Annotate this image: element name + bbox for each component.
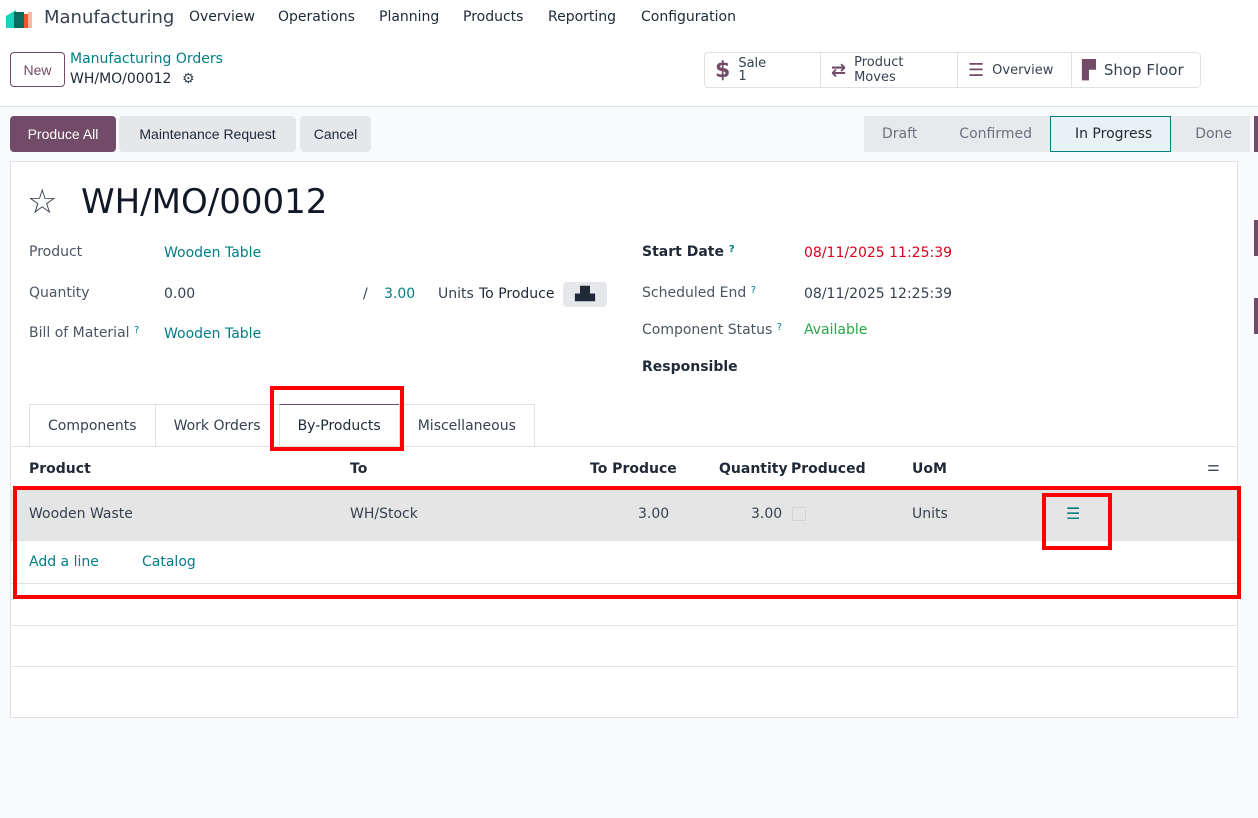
- form-sheet: ☆ WH/MO/00012 Product Wooden Table Quant…: [10, 161, 1238, 718]
- list-icon: ☰: [968, 59, 985, 81]
- tab-miscellaneous[interactable]: Miscellaneous: [398, 404, 535, 446]
- forecast-chart-icon[interactable]: ▟▙: [563, 282, 607, 307]
- sale-count: 1: [738, 69, 747, 84]
- quantity-label: Quantity: [29, 285, 90, 301]
- smart-buttons: $ Sale 1 ⇄ Product Moves ☰ Overview ▛ Shop Fl…: [704, 52, 1201, 88]
- produce-all-button[interactable]: Produce All: [10, 116, 116, 152]
- breadcrumb-current: WH/MO/00012: [70, 71, 172, 87]
- highlight-box-tab: [270, 386, 404, 451]
- status-confirmed[interactable]: Confirmed: [935, 116, 1050, 152]
- quantity-separator: /: [363, 286, 368, 302]
- scheduled-end-label: Scheduled End ?: [642, 285, 757, 301]
- quantity-field[interactable]: 0.00: [164, 286, 195, 302]
- status-bar: Draft Confirmed In Progress Done: [864, 116, 1251, 152]
- component-status-label: Component Status ?: [642, 322, 783, 338]
- product-moves-label: Product Moves: [854, 55, 904, 85]
- edge-button: [1254, 298, 1258, 334]
- bom-label: Bill of Material ?: [29, 325, 140, 341]
- record-title: WH/MO/00012: [81, 182, 328, 222]
- edge-button: [1254, 220, 1258, 256]
- optional-columns-icon[interactable]: ⚌: [1207, 459, 1220, 475]
- shop-floor-icon: ▛: [1082, 59, 1096, 81]
- component-status-field: Available: [804, 322, 868, 338]
- menu-configuration[interactable]: Configuration: [641, 9, 736, 25]
- gear-icon[interactable]: ⚙: [182, 71, 195, 87]
- col-quantity[interactable]: Quantity: [719, 461, 788, 477]
- breadcrumb-manufacturing-orders[interactable]: Manufacturing Orders: [70, 51, 223, 67]
- product-label: Product: [29, 244, 83, 260]
- menu-operations[interactable]: Operations: [278, 9, 355, 25]
- tab-components[interactable]: Components: [29, 404, 156, 446]
- start-date-field[interactable]: 08/11/2025 11:25:39: [804, 245, 952, 261]
- maintenance-request-button[interactable]: Maintenance Request: [119, 116, 296, 152]
- to-produce-label: To Produce: [479, 286, 555, 302]
- sale-smart-button[interactable]: $ Sale 1: [705, 53, 821, 87]
- shop-floor-label: Shop Floor: [1103, 61, 1184, 79]
- product-field[interactable]: Wooden Table: [164, 245, 261, 261]
- col-to-produce[interactable]: To Produce: [590, 461, 677, 477]
- tab-work-orders[interactable]: Work Orders: [154, 404, 280, 446]
- menu-planning[interactable]: Planning: [379, 9, 439, 25]
- product-moves-button[interactable]: ⇄ Product Moves: [821, 53, 958, 87]
- by-products-table: Product To To Produce Quantity Produced …: [11, 446, 1237, 667]
- edge-button: [1254, 116, 1258, 152]
- col-product[interactable]: Product: [29, 461, 91, 477]
- top-navbar: Manufacturing Overview Operations Planni…: [0, 0, 1258, 36]
- empty-row: [11, 625, 1237, 667]
- qty-to-produce-field[interactable]: 3.00: [384, 286, 415, 302]
- col-produced[interactable]: Produced: [791, 461, 866, 477]
- menu-products[interactable]: Products: [463, 9, 523, 25]
- col-uom[interactable]: UoM: [912, 461, 947, 477]
- status-in-progress[interactable]: In Progress: [1049, 116, 1172, 152]
- star-icon[interactable]: ☆: [27, 182, 57, 222]
- cancel-button[interactable]: Cancel: [300, 116, 371, 152]
- bom-field[interactable]: Wooden Table: [164, 326, 261, 342]
- col-to[interactable]: To: [350, 461, 367, 477]
- uom-field[interactable]: Units: [438, 286, 474, 302]
- control-panel: New Manufacturing Orders WH/MO/00012 ⚙ $…: [0, 36, 1258, 107]
- exchange-icon: ⇄: [831, 59, 847, 81]
- status-done[interactable]: Done: [1171, 116, 1250, 152]
- dollar-icon: $: [715, 57, 731, 83]
- scheduled-end-field[interactable]: 08/11/2025 12:25:39: [804, 286, 952, 302]
- highlight-box-icon: [1042, 493, 1112, 550]
- status-draft[interactable]: Draft: [864, 116, 935, 152]
- start-date-label: Start Date ?: [642, 244, 735, 260]
- manufacturing-logo-icon: [6, 10, 32, 28]
- menu-overview[interactable]: Overview: [189, 9, 255, 25]
- shop-floor-button[interactable]: ▛ Shop Floor: [1072, 53, 1200, 87]
- overview-button[interactable]: ☰ Overview: [958, 53, 1072, 87]
- new-button[interactable]: New: [10, 52, 65, 87]
- responsible-label: Responsible: [642, 359, 738, 375]
- menu-reporting[interactable]: Reporting: [548, 9, 616, 25]
- app-name[interactable]: Manufacturing: [44, 7, 174, 28]
- overview-label: Overview: [992, 62, 1054, 78]
